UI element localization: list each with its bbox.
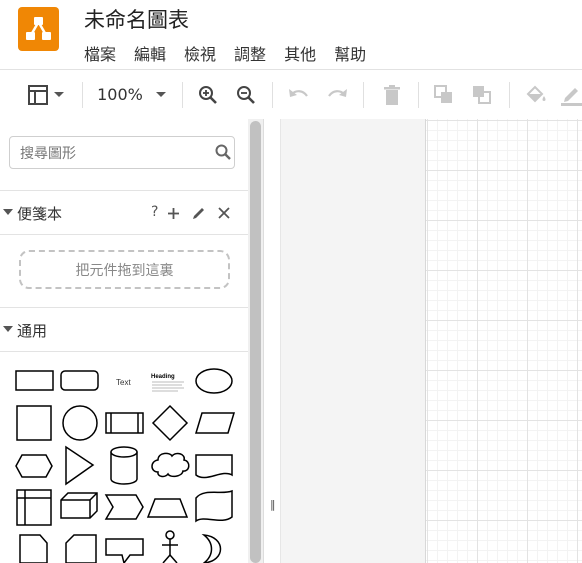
shape-triangle (65, 445, 95, 486)
shape-rectangle (15, 370, 54, 391)
zoom-level: 100% (97, 85, 143, 104)
shape-parallelogram (194, 412, 236, 434)
menu-arrange[interactable]: 調整 (234, 41, 266, 65)
shape-document (195, 454, 233, 479)
close-icon[interactable] (218, 207, 230, 219)
collapse-triangle-icon[interactable] (3, 326, 13, 332)
shape-ellipse (195, 368, 233, 394)
dropdown-icon (155, 91, 166, 97)
menu-extras[interactable]: 其他 (284, 41, 316, 65)
fill-color-button[interactable] (524, 70, 548, 119)
shape-card (65, 534, 97, 563)
shape-heading: Heading (151, 374, 175, 380)
to-front-icon (434, 84, 452, 103)
shape-note (19, 534, 48, 563)
edit-icon[interactable] (192, 205, 207, 220)
line-color-icon (561, 87, 582, 106)
delete-icon (384, 84, 400, 105)
diagram-title[interactable]: 未命名圖表 (84, 4, 189, 34)
shape-cloud (151, 452, 190, 478)
format-panel-icon (28, 84, 48, 105)
zoom-out-button[interactable] (234, 70, 258, 119)
shape-step (104, 494, 144, 520)
shape-actor (165, 530, 175, 540)
shape-or (201, 534, 222, 563)
shape-tape (195, 489, 233, 523)
redo-icon (328, 88, 347, 97)
menu-file[interactable]: 檔案 (84, 41, 116, 65)
toolbar: 100% (0, 69, 582, 120)
diagram-page[interactable] (425, 119, 582, 563)
shape-diamond (151, 404, 189, 442)
format-panel-button[interactable] (22, 70, 70, 119)
to-front-button[interactable] (432, 70, 456, 119)
collapse-handle-icon[interactable]: ‖ (270, 498, 276, 511)
scratchpad-drop-zone[interactable]: 把元件拖到這裏 (19, 250, 230, 289)
add-icon[interactable] (167, 207, 180, 220)
undo-icon (289, 88, 308, 97)
search-input[interactable] (18, 137, 212, 170)
search-box (9, 136, 235, 170)
shape-cube (60, 492, 98, 519)
shape-text: Text (116, 378, 131, 387)
zoom-out-icon (237, 85, 255, 104)
shape-rounded-rectangle (60, 370, 99, 391)
sidebar-scrollbar-thumb[interactable] (250, 121, 261, 563)
zoom-in-button[interactable] (196, 70, 220, 119)
zoom-in-icon (199, 85, 217, 104)
scratchpad-title[interactable]: 便箋本 (17, 203, 62, 224)
delete-button[interactable] (380, 70, 404, 119)
app-logo (18, 7, 59, 51)
shape-trapezoid (146, 498, 189, 518)
menu-edit[interactable]: 編輯 (134, 41, 166, 65)
redo-button[interactable] (326, 70, 350, 119)
shapes-palette: Text Heading (15, 368, 236, 563)
undo-button[interactable] (286, 70, 310, 119)
search-icon[interactable] (215, 144, 231, 160)
shape-square (16, 405, 52, 441)
to-back-icon (473, 85, 491, 104)
general-title[interactable]: 通用 (17, 320, 47, 341)
line-color-button[interactable] (560, 70, 582, 119)
dropdown-icon (54, 91, 64, 97)
canvas-gutter (264, 119, 281, 563)
to-back-button[interactable] (470, 70, 494, 119)
fill-color-icon (526, 85, 546, 102)
menu-view[interactable]: 檢視 (184, 41, 216, 65)
menu-bar: 檔案 編輯 檢視 調整 其他 幫助 (84, 41, 384, 65)
zoom-dropdown[interactable]: 100% (92, 70, 172, 119)
shape-callout (105, 538, 144, 563)
help-icon[interactable]: ? (151, 204, 158, 220)
collapse-triangle-icon[interactable] (3, 209, 13, 215)
menu-help[interactable]: 幫助 (334, 41, 366, 65)
shape-internal-storage (16, 489, 52, 526)
drawio-logo-icon (26, 17, 51, 40)
shape-circle (62, 405, 98, 441)
shape-hexagon (15, 454, 53, 478)
shapes-sidebar: 便箋本 ? 把元件拖到這裏 通用 (0, 119, 248, 563)
